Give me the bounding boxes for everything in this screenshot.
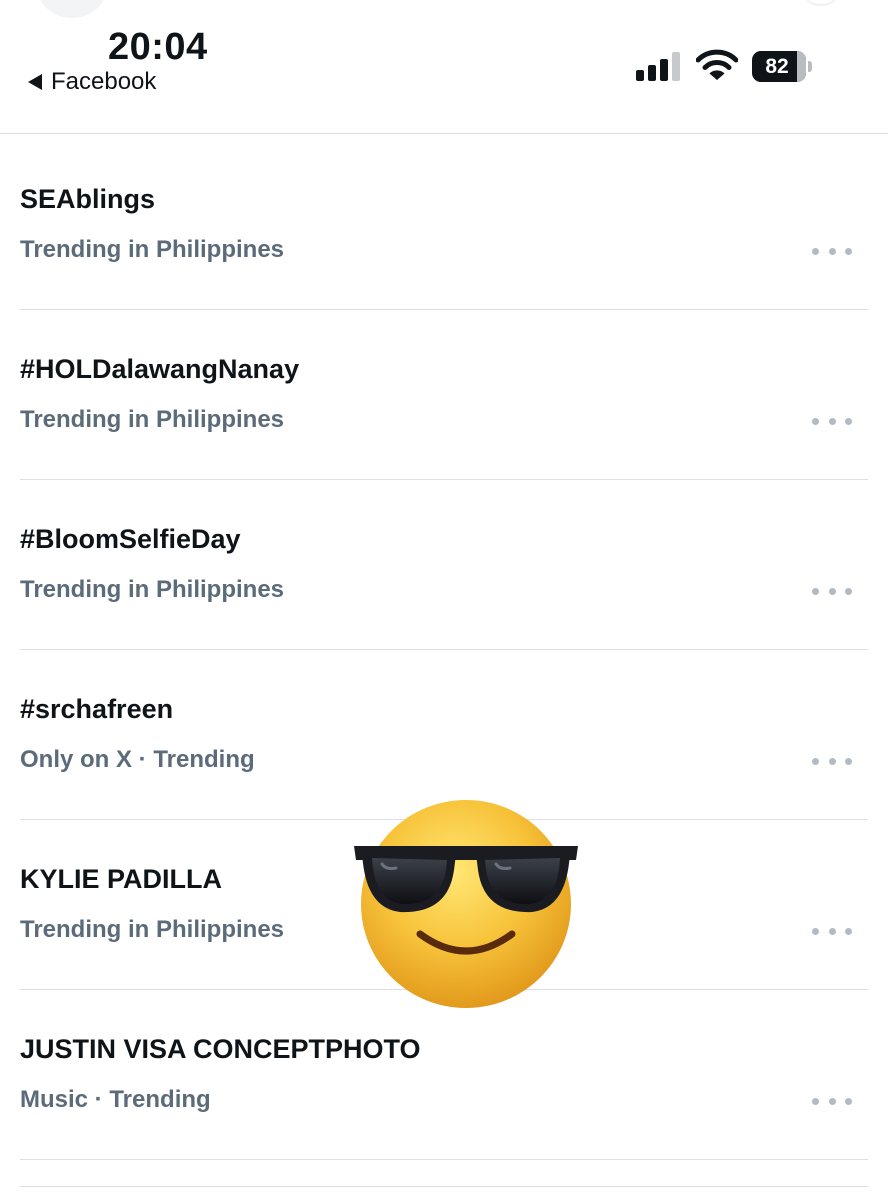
more-options-icon[interactable] — [812, 750, 852, 772]
trend-item[interactable]: SEAblings Trending in Philippines — [0, 140, 888, 310]
clock: 20:04 — [108, 26, 208, 68]
smiling-face-with-sunglasses-emoji — [354, 800, 578, 1008]
trend-title: #BloomSelfieDay — [20, 524, 241, 554]
trend-item[interactable]: #srchafreen Only on X · Trending — [0, 650, 888, 820]
divider — [20, 1186, 868, 1187]
partial-icon — [806, 0, 836, 6]
more-options-icon[interactable] — [812, 920, 852, 942]
trend-meta: Trending in Philippines — [20, 576, 285, 603]
battery-level: 82 — [765, 54, 789, 78]
trend-item[interactable]: #BloomSelfieDay Trending in Philippines — [0, 480, 888, 650]
battery-icon: 82 — [752, 51, 806, 82]
back-caret-icon — [28, 74, 42, 90]
partial-avatar — [38, 0, 106, 18]
trend-title: SEAblings — [20, 184, 156, 214]
trend-item[interactable]: JUSTIN VISA CONCEPTPHOTO Music · Trendin… — [0, 990, 888, 1160]
more-options-icon[interactable] — [812, 410, 852, 432]
cellular-signal-icon — [636, 51, 682, 81]
trend-title: #HOLDalawangNanay — [20, 354, 300, 384]
trend-meta: Trending in Philippines — [20, 916, 285, 943]
trend-title: #srchafreen — [20, 694, 174, 724]
trend-title: JUSTIN VISA CONCEPTPHOTO — [20, 1034, 421, 1064]
trend-meta: Only on X · Trending — [20, 746, 255, 773]
wifi-icon — [696, 49, 738, 80]
back-to-app-link[interactable]: Facebook — [28, 68, 156, 96]
trend-meta: Trending in Philippines — [20, 406, 285, 433]
more-options-icon[interactable] — [812, 580, 852, 602]
trend-meta: Trending in Philippines — [20, 236, 285, 263]
battery-tip — [808, 61, 812, 72]
trend-meta: Music · Trending — [20, 1086, 211, 1113]
more-options-icon[interactable] — [812, 1090, 852, 1112]
more-options-icon[interactable] — [812, 240, 852, 262]
trend-item[interactable]: #HOLDalawangNanay Trending in Philippine… — [0, 310, 888, 480]
status-bar: 20:04 Facebook 82 — [0, 0, 888, 134]
trend-title: KYLIE PADILLA — [20, 864, 222, 894]
back-app-label: Facebook — [51, 68, 157, 95]
